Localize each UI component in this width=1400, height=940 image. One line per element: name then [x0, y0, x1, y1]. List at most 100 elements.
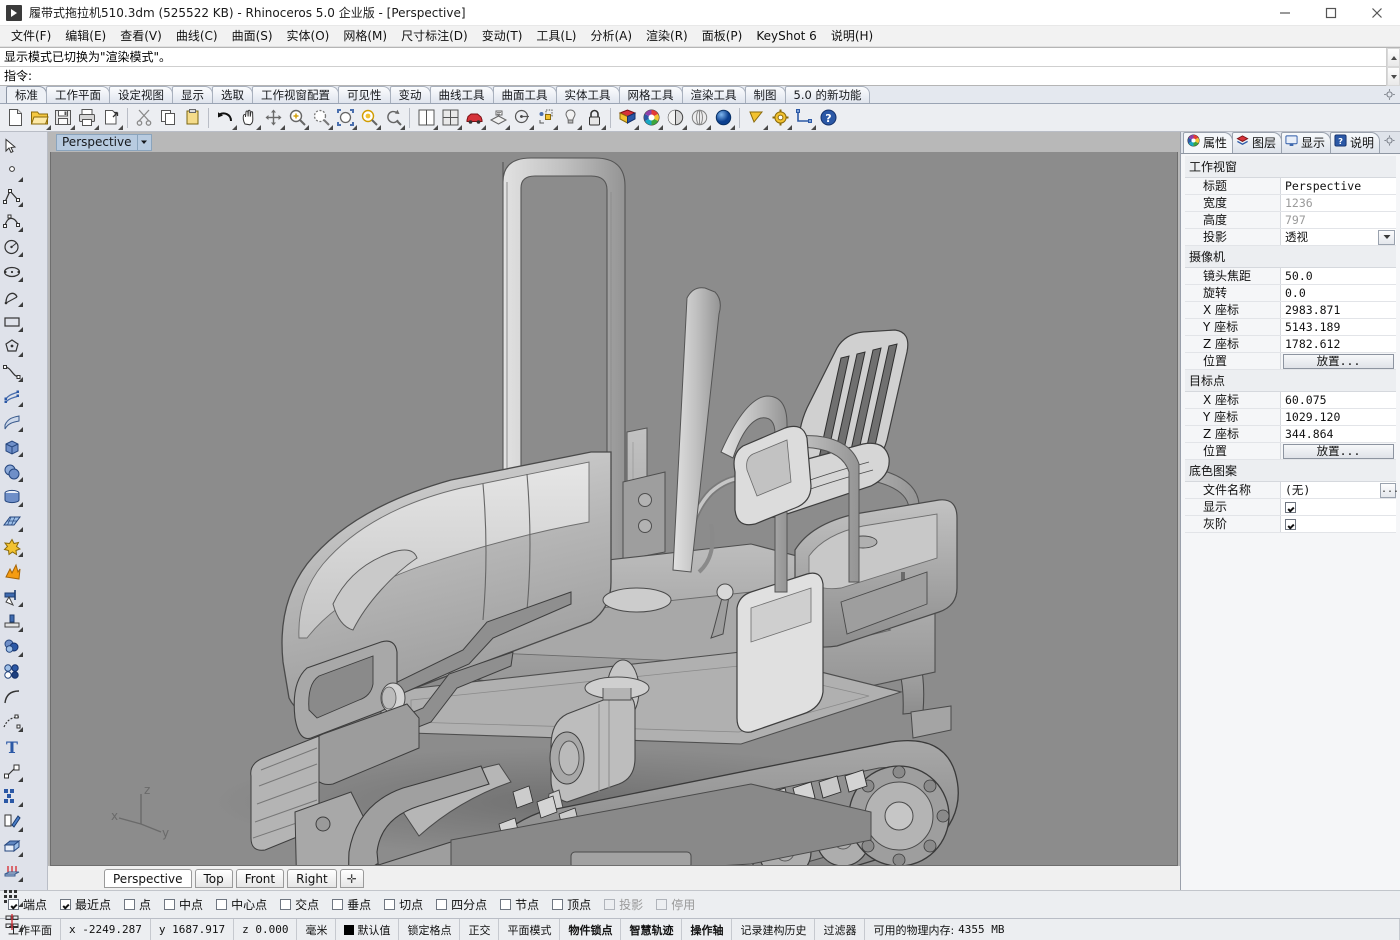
array-icon[interactable]	[0, 784, 24, 809]
toolbar-tab-standard[interactable]: 标准	[6, 86, 47, 103]
osnap-center-checkbox[interactable]	[216, 899, 227, 910]
boolean-union-icon[interactable]	[0, 534, 24, 559]
color-wheel-icon[interactable]	[639, 106, 663, 130]
chevron-down-icon[interactable]	[1378, 230, 1395, 245]
zoom-selected-icon[interactable]	[333, 106, 357, 130]
property-row-target-y[interactable]: Y 座标 1029.120	[1185, 409, 1396, 426]
flamingo-icon[interactable]	[744, 106, 768, 130]
osnap-mid-checkbox[interactable]	[164, 899, 175, 910]
osnap-near[interactable]: 最近点	[60, 896, 111, 913]
toolbar-tab-viewport-layout[interactable]: 工作视窗配置	[252, 86, 339, 103]
osnap-tangent[interactable]: 切点	[384, 896, 423, 913]
property-row-rotation[interactable]: 旋转 0.0	[1185, 285, 1396, 302]
scroll-up-button[interactable]	[1387, 48, 1400, 67]
status-toggle-ortho[interactable]: 正交	[460, 919, 499, 940]
menu-curve[interactable]: 曲线(C)	[169, 27, 225, 46]
viewport-add-tab-button[interactable]: ✛	[340, 869, 364, 888]
property-value[interactable]: 0.0	[1281, 285, 1396, 301]
options-gear-icon[interactable]	[768, 106, 792, 130]
osnap-intersection-checkbox[interactable]	[280, 899, 291, 910]
status-toggle-grid-snap[interactable]: 锁定格点	[399, 919, 460, 940]
property-value[interactable]: 2983.871	[1281, 302, 1396, 318]
panel-tab-notes[interactable]: ? 说明	[1330, 132, 1380, 153]
cut-scissors-icon[interactable]	[132, 106, 156, 130]
menu-mesh[interactable]: 网格(M)	[336, 27, 394, 46]
property-value[interactable]: 60.075	[1281, 392, 1396, 408]
panel-tab-display[interactable]: 显示	[1281, 132, 1331, 153]
property-row-show[interactable]: 显示	[1185, 499, 1396, 516]
osnap-quadrant[interactable]: 四分点	[436, 896, 487, 913]
wallpaper-filename[interactable]: (无) ...	[1281, 482, 1396, 498]
rectangle-icon[interactable]	[0, 309, 24, 334]
menu-help[interactable]: 说明(H)	[824, 27, 880, 46]
osnap-knot-checkbox[interactable]	[500, 899, 511, 910]
resize-grip[interactable]	[1383, 919, 1400, 940]
browse-file-button[interactable]: ...	[1380, 483, 1396, 498]
cylinder-icon[interactable]	[0, 484, 24, 509]
camera-place-button[interactable]: 放置...	[1283, 354, 1394, 369]
menu-edit[interactable]: 编辑(E)	[58, 27, 113, 46]
osnap-point-checkbox[interactable]	[124, 899, 135, 910]
property-row-grayscale[interactable]: 灰阶	[1185, 516, 1396, 533]
offset-surface-icon[interactable]	[0, 709, 24, 734]
toolbar-tab-solid-tools[interactable]: 实体工具	[556, 86, 620, 103]
mirror-icon[interactable]	[0, 909, 24, 934]
light-bulb-icon[interactable]	[558, 106, 582, 130]
lock-icon[interactable]	[582, 106, 606, 130]
projection-dropdown[interactable]: 透视	[1281, 229, 1396, 245]
property-row-target-place[interactable]: 位置 放置...	[1185, 443, 1396, 460]
osnap-center[interactable]: 中心点	[216, 896, 267, 913]
osnap-perpendicular[interactable]: 垂点	[332, 896, 371, 913]
osnap-near-checkbox[interactable]	[60, 899, 71, 910]
toolbar-tab-render-tools[interactable]: 渲染工具	[682, 86, 746, 103]
split-icon[interactable]	[0, 609, 24, 634]
toolbar-tab-drafting[interactable]: 制图	[745, 86, 786, 103]
property-row-camera-place[interactable]: 位置 放置...	[1185, 353, 1396, 370]
osnap-disable-checkbox[interactable]	[656, 899, 667, 910]
cap-icon[interactable]	[0, 834, 24, 859]
unroll-icon[interactable]	[0, 934, 24, 940]
menu-solid[interactable]: 实体(O)	[280, 27, 337, 46]
status-toggle-smarttrack[interactable]: 智慧轨迹	[621, 919, 682, 940]
property-row-camera-z[interactable]: Z 座标 1782.612	[1185, 336, 1396, 353]
zoom-target-icon[interactable]	[357, 106, 381, 130]
curve-interp-icon[interactable]	[0, 209, 24, 234]
toolbar-tab-select[interactable]: 选取	[212, 86, 253, 103]
open-folder-icon[interactable]	[27, 106, 51, 130]
toolbar-tab-visibility[interactable]: 可见性	[338, 86, 391, 103]
render-sphere-icon[interactable]	[711, 106, 735, 130]
menu-file[interactable]: 文件(F)	[4, 27, 58, 46]
ghosted-sphere-icon[interactable]	[687, 106, 711, 130]
status-units[interactable]: 毫米	[297, 919, 336, 940]
osnap-vertex[interactable]: 顶点	[552, 896, 591, 913]
toolbar-options-gear-icon[interactable]	[1383, 88, 1396, 101]
target-place-button[interactable]: 放置...	[1283, 444, 1394, 459]
status-toggle-filter[interactable]: 过滤器	[815, 919, 865, 940]
toolbar-tab-setview[interactable]: 设定视图	[109, 86, 173, 103]
undo-arrow-icon[interactable]	[213, 106, 237, 130]
osnap-knot[interactable]: 节点	[500, 896, 539, 913]
property-value[interactable]: 1029.120	[1281, 409, 1396, 425]
rotate-view-icon[interactable]	[381, 106, 405, 130]
property-value[interactable]: 5143.189	[1281, 319, 1396, 335]
menu-panels[interactable]: 面板(P)	[695, 27, 750, 46]
menu-render[interactable]: 渲染(R)	[639, 27, 695, 46]
perspective-viewport[interactable]: z x y	[50, 152, 1178, 866]
chamfer-icon[interactable]	[0, 659, 24, 684]
polyline-icon[interactable]	[0, 184, 24, 209]
four-view-icon[interactable]	[438, 106, 462, 130]
extrude-up-icon[interactable]	[0, 859, 24, 884]
shade-sphere-icon[interactable]	[663, 106, 687, 130]
menu-view[interactable]: 查看(V)	[113, 27, 169, 46]
show-wallpaper-checkbox[interactable]	[1285, 502, 1296, 513]
object-properties-icon[interactable]	[534, 106, 558, 130]
menu-surface[interactable]: 曲面(S)	[225, 27, 280, 46]
toolbar-tab-mesh-tools[interactable]: 网格工具	[619, 86, 683, 103]
toolbar-tab-display[interactable]: 显示	[172, 86, 213, 103]
toolbar-tab-surface-tools[interactable]: 曲面工具	[493, 86, 557, 103]
osnap-quadrant-checkbox[interactable]	[436, 899, 447, 910]
render-preview-icon[interactable]	[510, 106, 534, 130]
property-row-camera-y[interactable]: Y 座标 5143.189	[1185, 319, 1396, 336]
viewport-tab-top[interactable]: Top	[195, 869, 233, 888]
fillet-icon[interactable]	[0, 634, 24, 659]
